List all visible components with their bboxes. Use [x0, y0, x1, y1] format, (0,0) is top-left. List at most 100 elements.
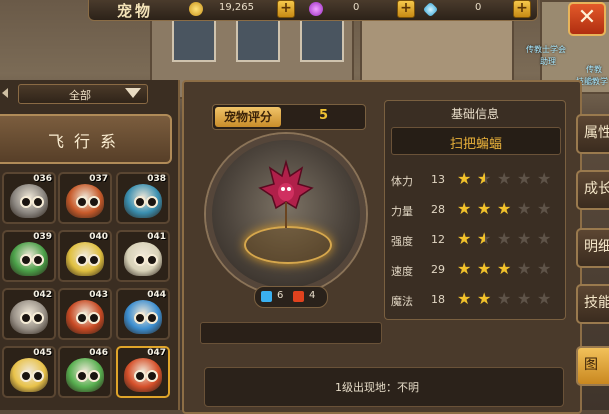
star-icon: ★ — [477, 199, 492, 218]
info-title: 基础信息 — [450, 107, 499, 121]
star-icon: ★ — [477, 231, 493, 248]
gem-resource: 0 — [309, 2, 409, 17]
pet-eye — [32, 312, 44, 324]
prev-arrow-icon[interactable] — [2, 88, 8, 98]
filter-label: 全部 — [69, 89, 91, 102]
star-icon: ★ — [537, 229, 552, 248]
water-element-icon — [261, 291, 272, 302]
add-diamond-button[interactable]: + — [513, 0, 531, 18]
origin-text: 1级出现地：不明 — [335, 381, 419, 394]
pet-name: 扫把蝙蝠 — [449, 137, 502, 152]
star-icon: ★ — [477, 259, 492, 278]
pet-list-panel: 全部 飞行系 036 037 038 039 040 041 042 043 044 045 046… — [0, 80, 180, 410]
star-icon: ★ — [477, 289, 492, 308]
water-element-value: 6 — [277, 290, 284, 301]
npc-label: 传教士学会 — [526, 45, 566, 54]
pet-slot[interactable]: 039 — [2, 230, 56, 282]
pet-number: 044 — [147, 290, 166, 300]
pet-slot[interactable]: 036 — [2, 172, 56, 224]
add-gem-button[interactable]: + — [397, 0, 415, 18]
pet-number: 037 — [89, 174, 108, 184]
diamond-icon — [422, 1, 439, 18]
pet-thumbnail — [66, 242, 104, 276]
pet-slot[interactable]: 037 — [58, 172, 112, 224]
star-icon: ★ — [497, 169, 512, 188]
pet-slot[interactable]: 038 — [116, 172, 170, 224]
bat-pet-sprite — [258, 159, 314, 228]
pet-slot[interactable]: 040 — [58, 230, 112, 282]
diamond-resource: 0 — [422, 1, 525, 18]
pet-portrait[interactable] — [206, 134, 366, 294]
tab-2[interactable]: 明细 — [576, 228, 609, 268]
pet-eye — [134, 312, 146, 324]
gem-icon — [309, 2, 323, 16]
stat-value: 12 — [431, 233, 445, 246]
stat-row: 力量 28 ★ ★ ★ ★ ★ — [391, 201, 561, 221]
stat-row: 速度 29 ★ ★ ★ ★ ★ — [391, 261, 561, 281]
stat-value: 13 — [431, 173, 445, 186]
tab-3[interactable]: 技能 — [576, 284, 609, 324]
pet-slot[interactable]: 042 — [2, 288, 56, 340]
pet-slot[interactable]: 043 — [58, 288, 112, 340]
pet-slot[interactable]: 046 — [58, 346, 112, 398]
star-icon: ★ — [517, 289, 532, 308]
pet-eye — [32, 196, 44, 208]
score-value: 5 — [319, 108, 329, 123]
add-gold-button[interactable]: + — [277, 0, 295, 18]
fire-element-icon — [293, 291, 304, 302]
pet-thumbnail — [124, 300, 162, 334]
pet-number: 045 — [33, 348, 52, 358]
pet-slot[interactable]: 047 — [116, 346, 170, 398]
stat-row: 体力 13 ★ ★ ★ ★ ★ — [391, 171, 561, 191]
pet-slot[interactable]: 045 — [2, 346, 56, 398]
star-icon: ★ — [457, 199, 472, 218]
tab-4[interactable]: 图 — [576, 346, 609, 386]
pet-thumbnail — [10, 242, 48, 276]
pet-number: 040 — [89, 232, 108, 242]
tab-1[interactable]: 成长 — [576, 170, 609, 210]
star-icon: ★ — [537, 259, 552, 278]
pet-eye — [88, 196, 100, 208]
star-icon: ★ — [497, 199, 512, 218]
pet-number: 047 — [147, 348, 166, 358]
pet-slot[interactable]: 044 — [116, 288, 170, 340]
star-icon: ★ — [457, 289, 472, 308]
pet-number: 046 — [89, 348, 108, 358]
pet-eye — [32, 254, 44, 266]
star-icon: ★ — [477, 171, 493, 188]
tab-0[interactable]: 属性 — [576, 114, 609, 154]
pet-number: 038 — [147, 174, 166, 184]
pet-eye — [146, 196, 158, 208]
pet-eye — [88, 370, 100, 382]
pet-eye — [134, 254, 146, 266]
pet-eye — [134, 370, 146, 382]
pet-number: 043 — [89, 290, 108, 300]
pet-thumbnail — [66, 358, 104, 392]
filter-dropdown[interactable]: 全部 — [18, 84, 148, 104]
category-button[interactable]: 飞行系 — [0, 114, 172, 164]
pet-eye — [76, 196, 88, 208]
pet-slot[interactable]: 041 — [116, 230, 170, 282]
gold-resource: 19,265 — [189, 2, 289, 17]
close-button[interactable]: ✕ — [568, 2, 606, 36]
window — [172, 18, 216, 62]
pet-thumbnail — [10, 358, 48, 392]
category-label: 飞行系 — [48, 132, 127, 151]
stat-value: 28 — [431, 203, 445, 216]
star-icon: ★ — [497, 289, 512, 308]
stat-label: 体力 — [391, 175, 413, 188]
pet-thumbnail — [66, 300, 104, 334]
stat-row: 强度 12 ★ ★ ★ ★ ★ — [391, 231, 561, 251]
pet-eye — [20, 370, 32, 382]
score-label: 宠物评分 — [215, 107, 281, 127]
pet-eye — [146, 370, 158, 382]
pet-eye — [134, 196, 146, 208]
window — [300, 18, 344, 62]
pet-thumbnail — [124, 184, 162, 218]
star-icon: ★ — [537, 199, 552, 218]
resource-bar: 宠物 19,265 + 0 + 0 + — [88, 0, 538, 21]
pet-detail-panel: 宠物评分 5 6 4 基础信息 扫把蝙蝠 体力 13 ★ ★ ★ ★ ★ 力量 28 ★ ★ ★ ★ ★ 强… — [182, 80, 582, 414]
pet-eye — [20, 254, 32, 266]
window — [236, 18, 280, 62]
origin-bar: 1级出现地：不明 — [204, 367, 564, 407]
